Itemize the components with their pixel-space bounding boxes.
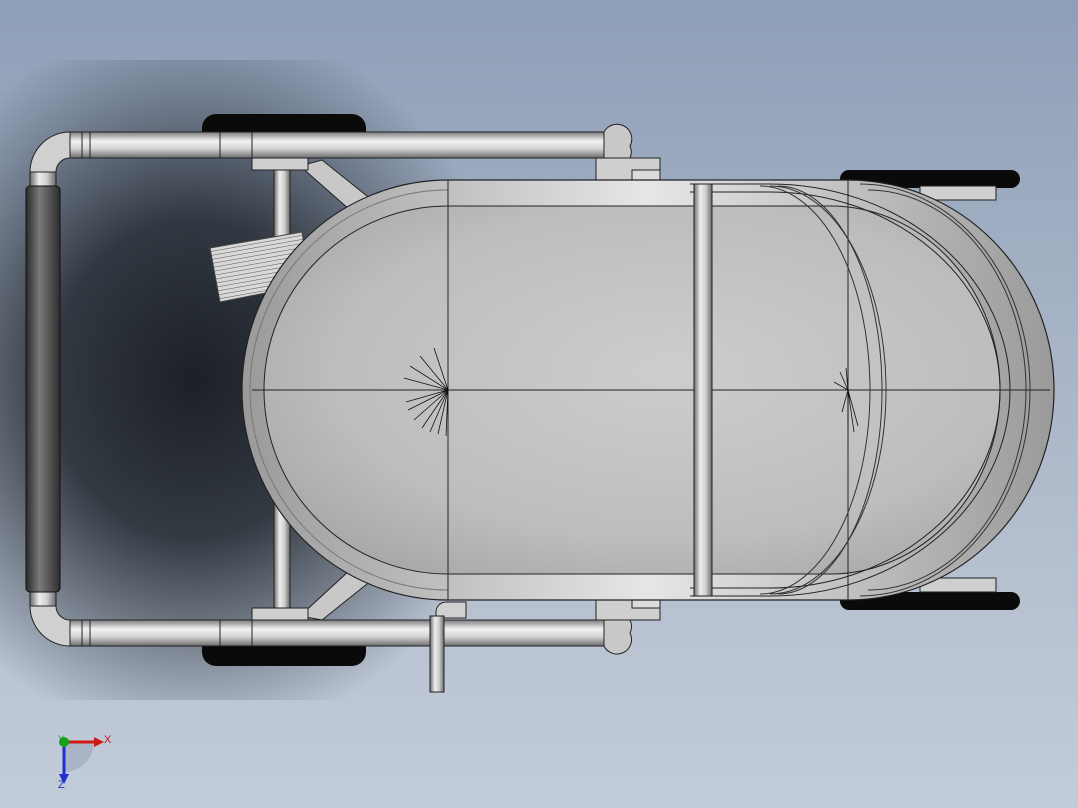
z-axis-label: Z (58, 779, 65, 791)
coordinate-triad: X Y Z (50, 728, 120, 798)
graphics-viewport[interactable]: X Y Z (0, 0, 1078, 808)
bracket-bottom-left (251, 607, 309, 621)
tub[interactable] (241, 179, 1055, 601)
bracket-top-left (251, 157, 309, 171)
x-axis-label: X (104, 734, 112, 746)
drain-pipe[interactable] (429, 601, 467, 693)
y-axis-label: Y (58, 734, 65, 744)
handle-grip[interactable] (25, 185, 61, 593)
cart-model-top-view[interactable] (0, 0, 1078, 808)
